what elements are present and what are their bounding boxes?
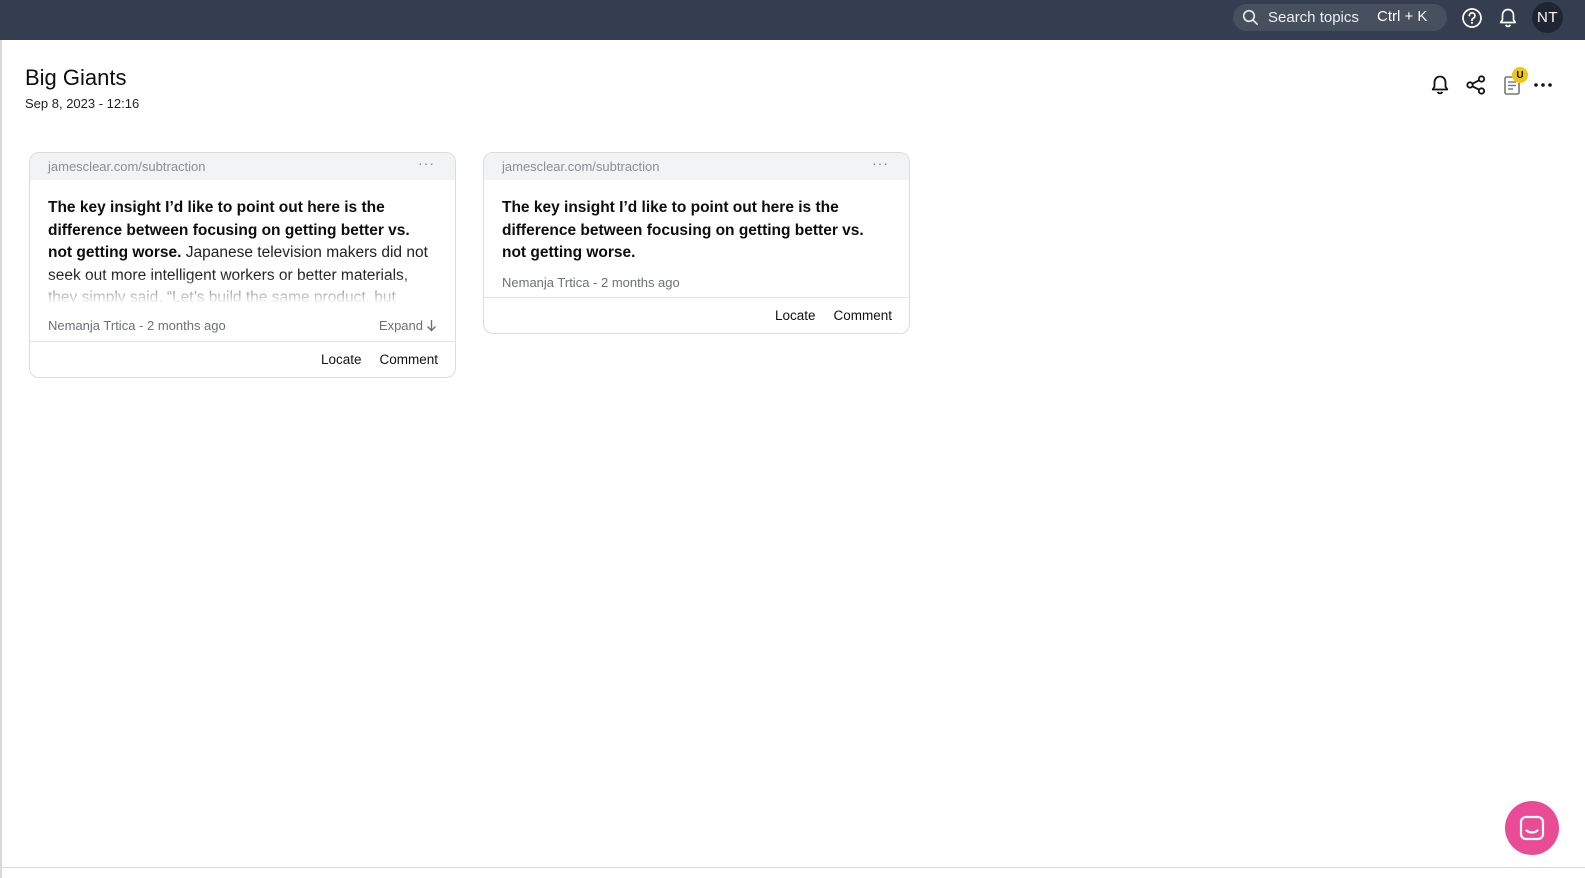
- card-source-link[interactable]: jamesclear.com/subtraction: [48, 159, 206, 174]
- left-border: [0, 40, 2, 878]
- card-header: jamesclear.com/subtraction ···: [484, 153, 909, 180]
- share-icon[interactable]: [1464, 73, 1488, 97]
- bottom-border: [0, 867, 1585, 868]
- comment-button[interactable]: Comment: [833, 308, 892, 323]
- notes-badge: U: [1512, 67, 1528, 83]
- bell-icon[interactable]: [1496, 6, 1520, 30]
- card-footer: Locate Comment: [484, 296, 909, 333]
- expand-label: Expand: [378, 317, 423, 333]
- bell-icon[interactable]: [1428, 73, 1452, 97]
- card-meta: Nemanja Trtica - 2 months ago Expand: [30, 309, 455, 341]
- arrow-down-icon: [427, 319, 436, 331]
- card-menu-icon[interactable]: ···: [418, 155, 435, 171]
- expand-button[interactable]: Expand: [379, 318, 437, 333]
- chat-launcher-button[interactable]: [1505, 801, 1559, 855]
- top-bar: Search topics Ctrl + K NT: [0, 0, 1585, 40]
- page-title: Big Giants: [25, 65, 127, 90]
- search-icon: [1242, 9, 1259, 26]
- help-icon[interactable]: [1460, 6, 1484, 30]
- card-body: The key insight I’d like to point out he…: [30, 180, 455, 309]
- card-author-time: Nemanja Trtica - 2 months ago: [502, 275, 680, 290]
- card-body: The key insight I’d like to point out he…: [484, 180, 909, 269]
- locate-button[interactable]: Locate: [775, 308, 816, 323]
- search-bar[interactable]: Search topics Ctrl + K: [1233, 4, 1447, 31]
- card-footer: Locate Comment: [30, 341, 455, 377]
- card-source-link[interactable]: jamesclear.com/subtraction: [502, 159, 660, 174]
- highlight-card: jamesclear.com/subtraction ··· The key i…: [29, 152, 456, 378]
- highlight-card: jamesclear.com/subtraction ··· The key i…: [483, 152, 910, 334]
- card-highlight-text: The key insight I’d like to point out he…: [502, 199, 864, 261]
- locate-button[interactable]: Locate: [321, 352, 362, 367]
- search-placeholder: Search topics: [1268, 9, 1359, 26]
- page-date: Sep 8, 2023 - 12:16: [25, 96, 140, 111]
- card-menu-icon[interactable]: ···: [872, 155, 889, 171]
- more-icon[interactable]: [1531, 73, 1555, 97]
- card-author-time: Nemanja Trtica - 2 months ago: [48, 317, 226, 333]
- card-text: The key insight I’d like to point out he…: [48, 197, 437, 309]
- card-header: jamesclear.com/subtraction ···: [30, 153, 455, 180]
- card-meta: Nemanja Trtica - 2 months ago: [484, 269, 909, 297]
- chat-icon: [1519, 815, 1545, 841]
- avatar[interactable]: NT: [1532, 2, 1563, 33]
- comment-button[interactable]: Comment: [379, 352, 438, 367]
- search-shortcut: Ctrl + K: [1377, 8, 1428, 25]
